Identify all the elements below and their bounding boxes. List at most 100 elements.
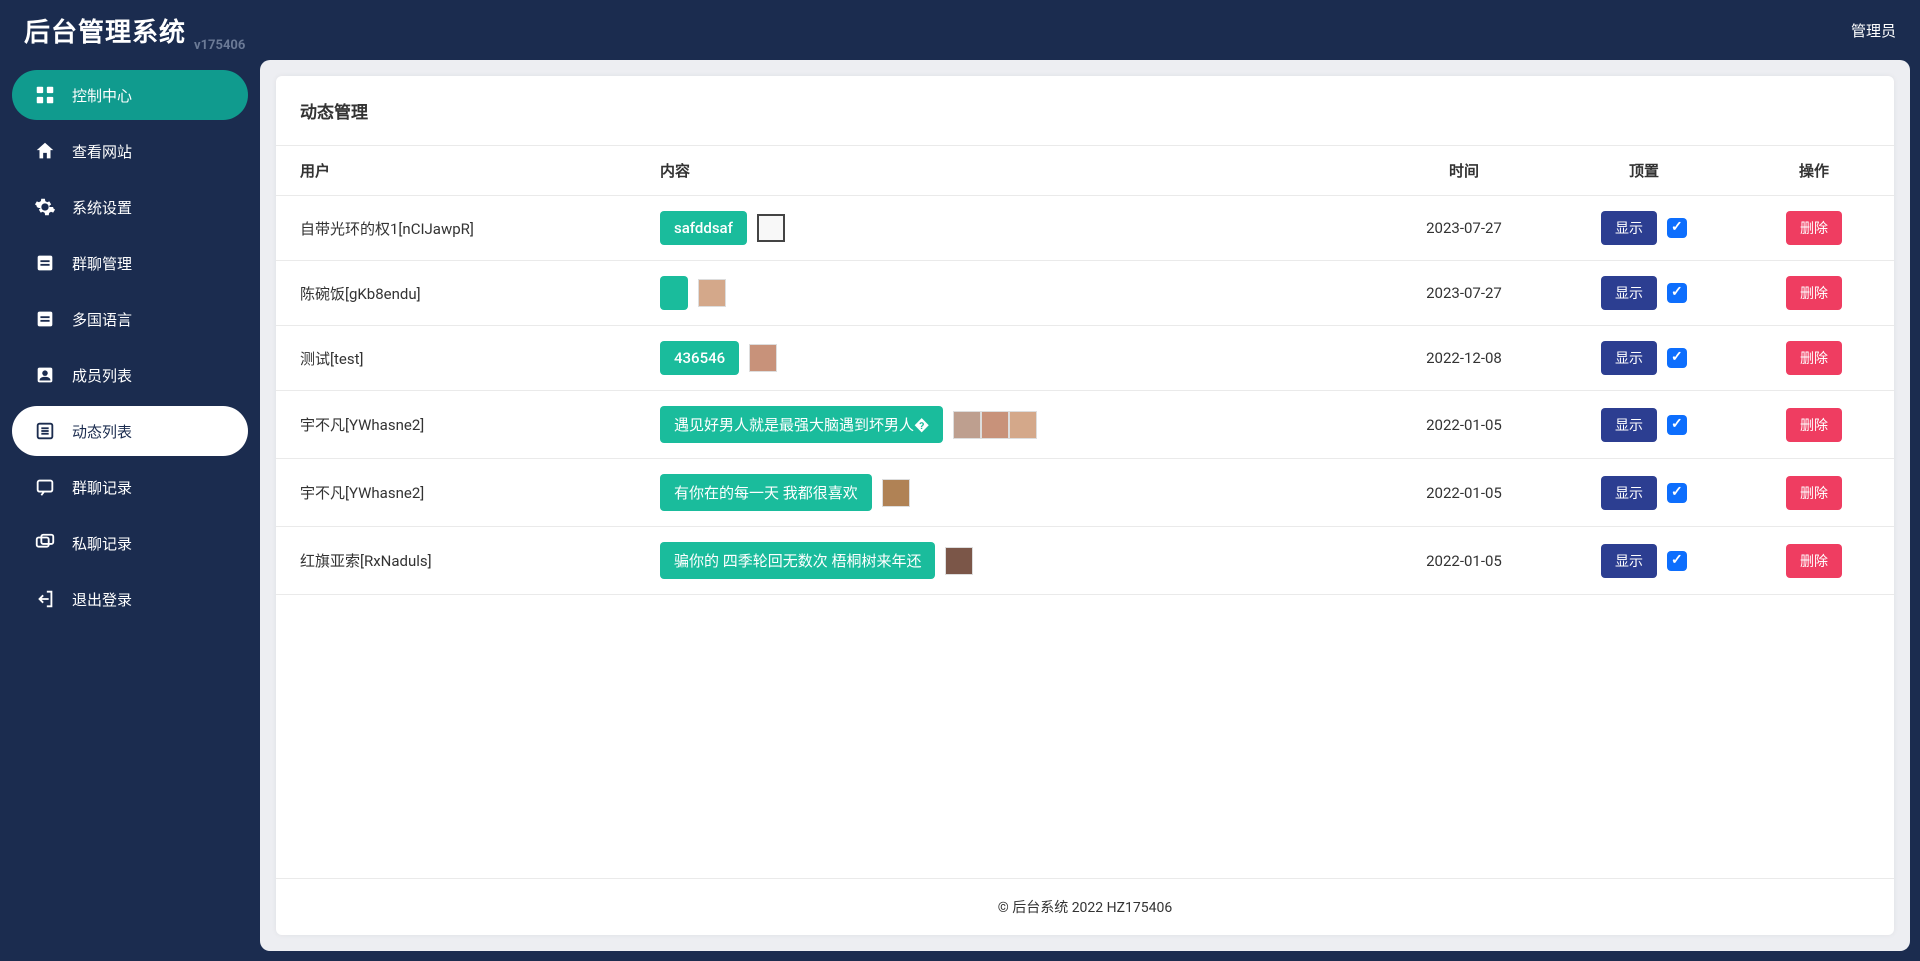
thumbnail-icon[interactable] — [953, 411, 981, 439]
cell-op: 删除 — [1734, 326, 1894, 391]
th-time: 时间 — [1374, 146, 1554, 196]
cell-op: 删除 — [1734, 527, 1894, 595]
sidebar-item-6[interactable]: 动态列表 — [12, 406, 248, 456]
cell-content — [636, 261, 1374, 326]
brand-version: v175406 — [194, 38, 245, 53]
sidebar-item-label: 多国语言 — [72, 309, 132, 330]
delete-button[interactable]: 删除 — [1786, 408, 1842, 442]
cell-pin: 显示 — [1554, 391, 1734, 459]
chat-icon — [34, 476, 56, 498]
table-row: 红旗亚索[RxNaduls] 骗你的 四季轮回无数次 梧桐树来年还 2022-01-… — [276, 527, 1894, 595]
cell-user: 宇不凡[YWhasne2] — [276, 391, 636, 459]
brand: 后台管理系统 v175406 — [24, 12, 245, 49]
sidebar-item-9[interactable]: 退出登录 — [12, 574, 248, 624]
cell-pin: 显示 — [1554, 527, 1734, 595]
sidebar-item-label: 系统设置 — [72, 197, 132, 218]
th-content: 内容 — [636, 146, 1374, 196]
th-pin: 顶置 — [1554, 146, 1734, 196]
thumbnail-icon[interactable] — [757, 214, 785, 242]
footer: © 后台系统 2022 HZ175406 — [276, 878, 1894, 935]
thumbnail-icon[interactable] — [1009, 411, 1037, 439]
pin-checkbox[interactable] — [1667, 551, 1687, 571]
cell-time: 2022-12-08 — [1374, 326, 1554, 391]
sidebar: 控制中心查看网站系统设置群聊管理多国语言成员列表动态列表群聊记录私聊记录退出登录 — [0, 60, 260, 961]
sidebar-item-0[interactable]: 控制中心 — [12, 70, 248, 120]
show-button[interactable]: 显示 — [1601, 408, 1657, 442]
show-button[interactable]: 显示 — [1601, 476, 1657, 510]
sidebar-item-label: 私聊记录 — [72, 533, 132, 554]
show-button[interactable]: 显示 — [1601, 544, 1657, 578]
th-op: 操作 — [1734, 146, 1894, 196]
pin-checkbox[interactable] — [1667, 218, 1687, 238]
cell-content: 436546 — [636, 326, 1374, 391]
list-icon — [34, 420, 56, 442]
pin-checkbox[interactable] — [1667, 483, 1687, 503]
home-icon — [34, 140, 56, 162]
content-card: 动态管理 用户 内容 时间 顶置 操作 自带光环的权1[nCIJawpR]saf… — [276, 76, 1894, 935]
pin-checkbox[interactable] — [1667, 283, 1687, 303]
page-title: 动态管理 — [276, 76, 1894, 145]
thumbnails — [757, 214, 785, 242]
top-header: 后台管理系统 v175406 管理员 — [0, 0, 1920, 60]
cell-user: 陈碗饭[gKb8endu] — [276, 261, 636, 326]
pin-checkbox[interactable] — [1667, 415, 1687, 435]
th-user: 用户 — [276, 146, 636, 196]
table-row: 宇不凡[YWhasne2] 遇见好男人就是最强大脑遇到坏男人� 2022-01-05… — [276, 391, 1894, 459]
main-area: 动态管理 用户 内容 时间 顶置 操作 自带光环的权1[nCIJawpR]saf… — [260, 60, 1910, 951]
header-user[interactable]: 管理员 — [1851, 20, 1896, 41]
thumbnails — [698, 279, 726, 307]
delete-button[interactable]: 删除 — [1786, 544, 1842, 578]
thumbnail-icon[interactable] — [945, 547, 973, 575]
thumbnail-icon[interactable] — [749, 344, 777, 372]
show-button[interactable]: 显示 — [1601, 276, 1657, 310]
sidebar-item-3[interactable]: 群聊管理 — [12, 238, 248, 288]
cell-pin: 显示 — [1554, 326, 1734, 391]
cell-op: 删除 — [1734, 261, 1894, 326]
sidebar-item-7[interactable]: 群聊记录 — [12, 462, 248, 512]
gear-icon — [34, 196, 56, 218]
cell-content: 遇见好男人就是最强大脑遇到坏男人� — [636, 391, 1374, 459]
thumbnails — [749, 344, 777, 372]
table-row: 宇不凡[YWhasne2]有你在的每一天 我都很喜欢2022-01-05显示删除 — [276, 459, 1894, 527]
cell-content: 骗你的 四季轮回无数次 梧桐树来年还 — [636, 527, 1374, 595]
cell-pin: 显示 — [1554, 196, 1734, 261]
cell-content: 有你在的每一天 我都很喜欢 — [636, 459, 1374, 527]
cell-op: 删除 — [1734, 391, 1894, 459]
cell-time: 2022-01-05 — [1374, 527, 1554, 595]
sidebar-item-4[interactable]: 多国语言 — [12, 294, 248, 344]
content-badge: 有你在的每一天 我都很喜欢 — [660, 474, 872, 511]
delete-button[interactable]: 删除 — [1786, 211, 1842, 245]
cell-time: 2023-07-27 — [1374, 261, 1554, 326]
delete-button[interactable]: 删除 — [1786, 276, 1842, 310]
thumbnail-icon[interactable] — [981, 411, 1009, 439]
pin-checkbox[interactable] — [1667, 348, 1687, 368]
sidebar-item-label: 动态列表 — [72, 421, 132, 442]
sidebar-item-5[interactable]: 成员列表 — [12, 350, 248, 400]
cell-user: 宇不凡[YWhasne2] — [276, 459, 636, 527]
sidebar-item-8[interactable]: 私聊记录 — [12, 518, 248, 568]
cell-op: 删除 — [1734, 459, 1894, 527]
doc-icon — [34, 252, 56, 274]
show-button[interactable]: 显示 — [1601, 211, 1657, 245]
thumbnails — [953, 411, 1037, 439]
show-button[interactable]: 显示 — [1601, 341, 1657, 375]
content-badge: 遇见好男人就是最强大脑遇到坏男人� — [660, 406, 943, 443]
content-badge: 骗你的 四季轮回无数次 梧桐树来年还 — [660, 542, 935, 579]
table-row: 陈碗饭[gKb8endu] 2023-07-27 显示 删除 — [276, 261, 1894, 326]
chat2-icon — [34, 532, 56, 554]
thumbnail-icon[interactable] — [882, 479, 910, 507]
delete-button[interactable]: 删除 — [1786, 476, 1842, 510]
thumbnails — [945, 547, 973, 575]
content-badge: 436546 — [660, 341, 739, 375]
content-badge: safddsaf — [660, 211, 747, 245]
cell-user: 红旗亚索[RxNaduls] — [276, 527, 636, 595]
sidebar-item-label: 退出登录 — [72, 589, 132, 610]
dashboard-icon — [34, 84, 56, 106]
sidebar-item-1[interactable]: 查看网站 — [12, 126, 248, 176]
cell-pin: 显示 — [1554, 261, 1734, 326]
cell-time: 2022-01-05 — [1374, 391, 1554, 459]
delete-button[interactable]: 删除 — [1786, 341, 1842, 375]
thumbnail-icon[interactable] — [698, 279, 726, 307]
sidebar-item-label: 群聊管理 — [72, 253, 132, 274]
sidebar-item-2[interactable]: 系统设置 — [12, 182, 248, 232]
